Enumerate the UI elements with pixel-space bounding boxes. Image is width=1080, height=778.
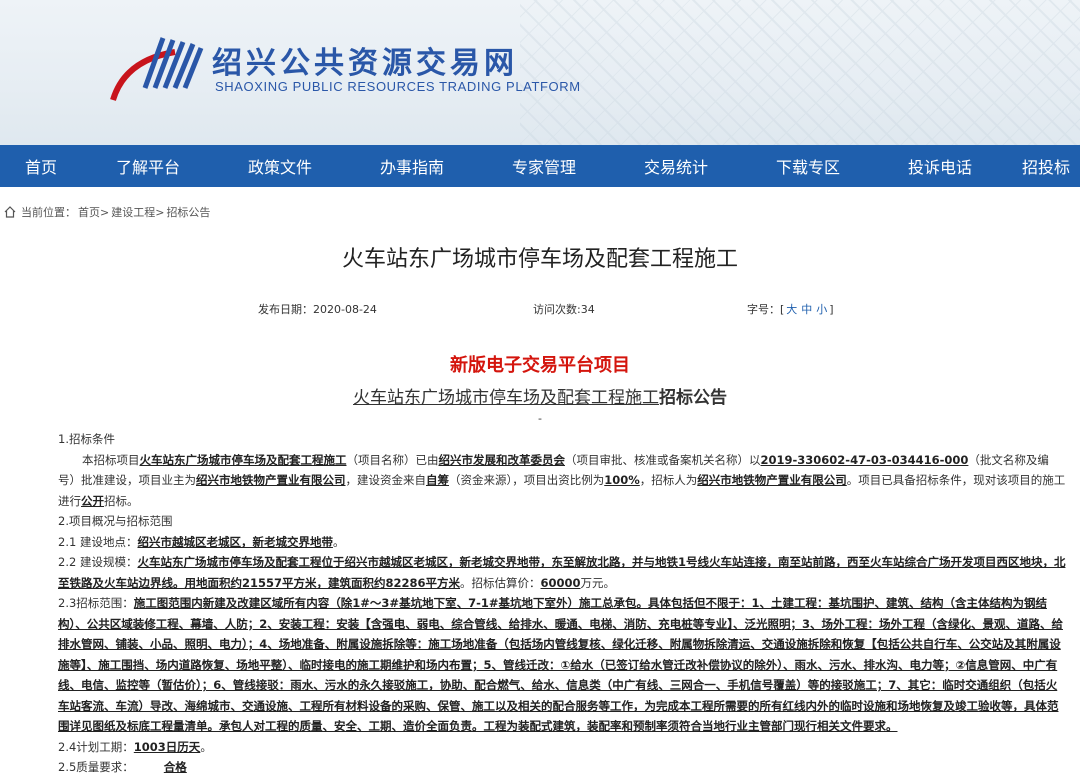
main-nav: 首页 了解平台 政策文件 办事指南 专家管理 交易统计 下载专区 投诉电话 招投… [0,145,1080,187]
notice-body: 1.招标条件 本招标项目火车站东广场城市停车场及配套工程施工（项目名称）已由绍兴… [0,429,1080,778]
nav-item-guide[interactable]: 办事指南 [346,154,478,178]
notice-dash: - [538,412,542,425]
visit-count: 访问次数:34 [533,303,595,316]
site-name-cn: 绍兴公共资源交易网 [212,46,518,81]
article-meta: 发布日期：2020-08-24 访问次数:34 字号：[大中小] [0,301,1080,321]
font-size-medium[interactable]: 中 [801,303,812,316]
estimated-price: 60000 [540,575,581,590]
notice-header: 新版电子交易平台项目 火车站东广场城市停车场及配套工程施工招标公告 [0,351,1080,408]
font-size-large[interactable]: 大 [786,303,797,316]
scope: 施工图范围内新建及改建区域所有内容（除1#～3#基坑地下室、7-1#基坑地下室外… [58,596,1063,733]
font-size-label: 字号：[ [747,303,785,316]
breadcrumb: 当前位置： 首页> 建设工程> 招标公告 [0,197,1080,227]
text: 。 [200,739,212,754]
tenderer: 绍兴市地铁物产置业有限公司 [697,473,847,487]
label: 2.5质量要求： [58,760,134,774]
project-owner: 绍兴市地铁物产置业有限公司 [196,473,346,487]
nav-item-bidding[interactable]: 招投标 [1006,154,1080,178]
text: ，建设资金来自 [345,473,427,487]
home-icon [4,206,16,218]
notice-red-title: 新版电子交易平台项目 [450,355,630,376]
section2-3: 2.3招标范围：施工图范围内新建及改建区域所有内容（除1#～3#基坑地下室、7-… [58,593,1066,737]
text: 。招标估算价： [460,575,541,590]
text: 。 [332,534,345,549]
fund-source: 自筹 [426,473,449,487]
site-name-en: SHAOXING PUBLIC RESOURCES TRADING PLATFO… [215,79,581,94]
duration: 1003日历天 [133,739,201,754]
text: （资金来源），项目出资比例为 [449,473,605,487]
nav-item-downloads[interactable]: 下载专区 [742,154,874,178]
notice-subtitle-suffix: 招标公告 [659,388,727,408]
location: 绍兴市越城区老城区，新老城交界地带 [137,534,333,549]
section1-paragraph: 本招标项目火车站东广场城市停车场及配套工程施工（项目名称）已由绍兴市发展和改革委… [58,450,1066,512]
text: ，招标人为 [639,473,698,487]
project-name: 火车站东广场城市停车场及配套工程施工 [139,452,347,467]
font-size-switcher: 字号：[大中小] [747,301,834,317]
breadcrumb-prefix: 当前位置： [21,206,76,219]
section2-5: 2.5质量要求： 合格 [58,757,1066,778]
font-size-small[interactable]: 小 [816,303,827,316]
quality: 合格 [163,760,187,774]
breadcrumb-home[interactable]: 首页> [78,204,109,220]
text: 本招标项目 [82,452,140,467]
font-size-end: ] [829,303,834,316]
section2-1: 2.1 建设地点：绍兴市越城区老城区，新老城交界地带。 [58,532,1066,553]
nav-item-home[interactable]: 首页 [0,154,82,178]
label: 2.2 建设规模： [58,555,138,569]
label: 2.3招标范围： [58,596,134,610]
section2-2: 2.2 建设规模：火车站东广场城市停车场及配套工程位于绍兴市越城区老城区，新老城… [58,552,1066,593]
section2-4: 2.4计划工期：1003日历天。 [58,737,1066,758]
site-banner: 绍兴公共资源交易网 SHAOXING PUBLIC RESOURCES TRAD… [0,0,1080,145]
text: 万元。 [580,575,616,590]
text: （项目审批、核准或备案机关名称）以 [565,452,761,467]
project-link[interactable]: 火车站东广场城市停车场及配套工程施工 [353,388,659,408]
text: （项目名称）已由 [346,452,439,467]
breadcrumb-construction[interactable]: 建设工程> [111,204,164,220]
nav-item-about[interactable]: 了解平台 [82,154,214,178]
approver: 绍兴市发展和改革委员会 [438,452,566,467]
nav-item-policy[interactable]: 政策文件 [214,154,346,178]
tender-type: 公开 [81,493,104,508]
section2-heading: 2.项目概况与招标范围 [58,514,173,528]
label: 2.4计划工期： [58,739,134,754]
publish-date: 发布日期：2020-08-24 [258,303,377,316]
nav-item-complaints[interactable]: 投诉电话 [874,154,1006,178]
breadcrumb-current[interactable]: 招标公告 [166,204,210,220]
banner-background-pattern [520,0,1080,145]
page-title: 火车站东广场城市停车场及配套工程施工 [341,247,738,272]
label: 2.1 建设地点： [58,534,138,549]
section1-heading: 1.招标条件 [58,432,115,446]
fund-ratio: 100% [604,473,640,487]
notice-subtitle: 火车站东广场城市停车场及配套工程施工招标公告 [0,383,1080,408]
text: 招标。 [104,493,139,508]
nav-item-statistics[interactable]: 交易统计 [610,154,742,178]
site-logo-icon[interactable] [105,30,205,110]
nav-item-experts[interactable]: 专家管理 [478,154,610,178]
approval-code: 2019-330602-47-03-034416-000 [760,452,969,467]
